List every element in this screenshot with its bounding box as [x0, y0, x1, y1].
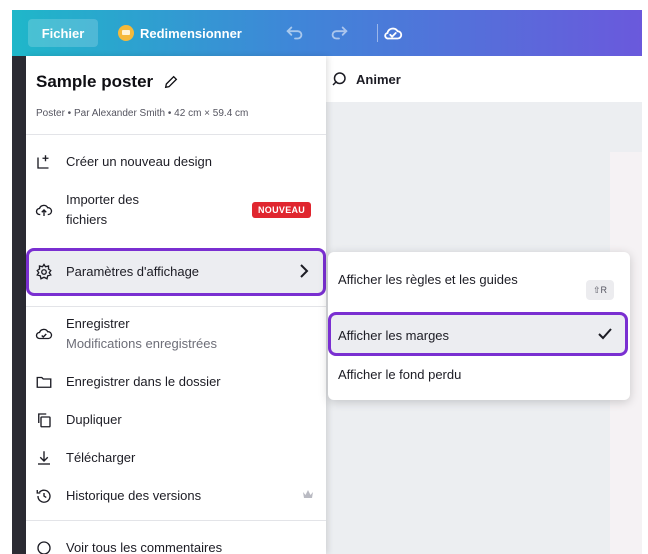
editor-side-strip	[12, 56, 26, 554]
new-design-icon	[34, 152, 54, 172]
animate-label: Animer	[356, 71, 401, 87]
menu-item-label: Enregistrer	[66, 316, 130, 331]
design-title[interactable]: Sample poster	[36, 72, 179, 92]
gear-icon	[34, 262, 54, 282]
design-title-text: Sample poster	[36, 72, 154, 91]
menu-item-version-history[interactable]: Historique des versions	[34, 486, 201, 506]
menu-item-label: Télécharger	[66, 450, 136, 465]
menu-item-import-files[interactable]: Importer des fichiers	[34, 190, 176, 230]
design-meta: Poster • Par Alexander Smith • 42 cm × 5…	[36, 108, 249, 119]
submenu-item-label: Afficher les marges	[338, 328, 450, 343]
menu-item-label: Enregistrer dans le dossier	[66, 374, 221, 389]
submenu-item-label: Afficher les règles et les guides	[338, 272, 518, 287]
upload-cloud-icon	[34, 200, 54, 220]
app-window: Fichier Redimensionner Animer Sample pos…	[0, 0, 648, 554]
menu-item-label: Dupliquer	[66, 412, 122, 427]
pencil-icon[interactable]	[163, 74, 179, 90]
new-badge: NOUVEAU	[252, 202, 312, 218]
menu-item-label: Voir tous les commentaires	[66, 540, 223, 554]
menu-divider	[26, 520, 326, 521]
keyboard-shortcut: ⇧R	[586, 280, 614, 300]
menu-item-new-design[interactable]: Créer un nouveau design	[34, 152, 212, 172]
file-dropdown-menu	[26, 56, 326, 554]
folder-icon	[34, 372, 54, 392]
premium-crown-icon	[303, 490, 313, 498]
checkmark-icon	[598, 328, 612, 340]
menu-item-label: Paramètres d'affichage	[66, 264, 200, 279]
menu-item-display-settings[interactable]: Paramètres d'affichage	[34, 262, 199, 282]
file-menu-button[interactable]: Fichier	[28, 19, 98, 47]
resize-button[interactable]: Redimensionner	[118, 19, 242, 47]
cloud-sync-icon[interactable]	[382, 22, 404, 44]
menu-item-text: Enregistrer Modifications enregistrées	[66, 314, 217, 354]
submenu-item-show-bleed[interactable]: Afficher le fond perdu	[338, 364, 461, 385]
comment-icon	[34, 538, 54, 554]
menu-divider	[26, 134, 326, 135]
download-icon	[34, 448, 54, 468]
submenu-item-label: Afficher le fond perdu	[338, 367, 462, 382]
chevron-right-icon	[300, 264, 309, 278]
menu-item-save[interactable]: Enregistrer Modifications enregistrées	[34, 314, 217, 354]
save-status: Modifications enregistrées	[66, 336, 218, 351]
submenu-item-rulers-guides[interactable]: Afficher les règles et les guides	[338, 269, 538, 290]
menu-item-download[interactable]: Télécharger	[34, 448, 135, 468]
menu-item-label: Importer des fichiers	[66, 192, 139, 227]
history-icon	[34, 486, 54, 506]
resize-label: Redimensionner	[140, 25, 242, 41]
duplicate-icon	[34, 410, 54, 430]
submenu-item-show-margins[interactable]: Afficher les marges	[338, 325, 449, 346]
menu-item-duplicate[interactable]: Dupliquer	[34, 410, 122, 430]
crown-icon	[118, 25, 134, 41]
animate-icon	[332, 72, 346, 86]
toolbar-divider	[377, 24, 378, 42]
menu-item-view-comments[interactable]: Voir tous les commentaires	[34, 538, 222, 554]
menu-item-save-to-folder[interactable]: Enregistrer dans le dossier	[34, 372, 221, 392]
animate-button[interactable]: Animer	[330, 70, 401, 88]
menu-item-label: Créer un nouveau design	[66, 154, 212, 169]
undo-icon[interactable]	[284, 22, 306, 44]
menu-divider	[26, 306, 326, 307]
file-menu-label: Fichier	[41, 25, 85, 41]
menu-item-label: Historique des versions	[66, 488, 202, 503]
saved-check-icon	[34, 324, 54, 344]
redo-icon[interactable]	[328, 22, 350, 44]
top-toolbar: Fichier Redimensionner	[12, 10, 642, 56]
